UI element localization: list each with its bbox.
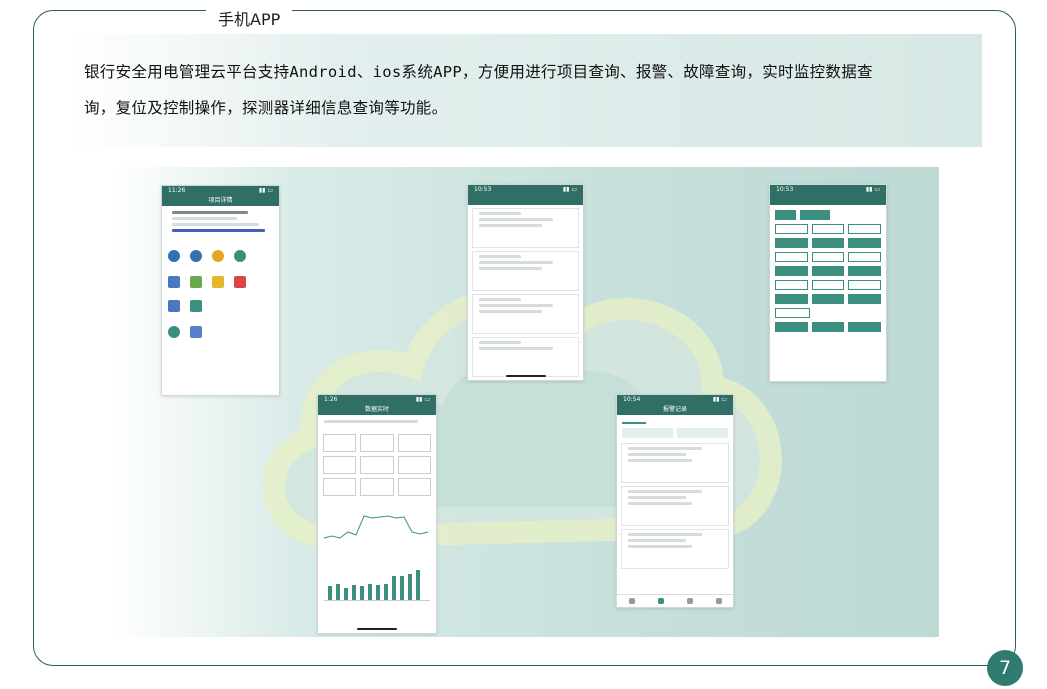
description-line-1: 银行安全用电管理云平台支持Android、ios系统APP，方便用进行项目查询、…	[84, 63, 873, 81]
filter-buttons[interactable]	[617, 426, 733, 440]
home-indicator	[505, 375, 546, 377]
value-grid	[770, 250, 886, 264]
screen-title: 项目详情	[162, 196, 279, 206]
tab-bar[interactable]	[617, 415, 733, 426]
value-grid	[770, 306, 886, 320]
value-grid	[770, 278, 886, 292]
screen-title: 报警记录	[617, 405, 733, 415]
project-detail-screen: 11:26 ▮▮ ▭ 项目详情	[161, 185, 280, 396]
value-grid	[770, 264, 886, 278]
home-indicator	[357, 628, 397, 630]
detector-card[interactable]	[472, 208, 579, 248]
alarm-record[interactable]	[621, 443, 729, 483]
function-icons-row-3	[162, 297, 279, 315]
screen-header	[468, 195, 583, 205]
status-bar: 11:26 ▮▮ ▭	[162, 186, 279, 196]
status-bar: 10:54 ▮▮ ▭	[617, 395, 733, 405]
screen-title: 数据实时	[318, 405, 436, 415]
alarm-records-screen: 10:54 ▮▮ ▭ 报警记录	[616, 394, 734, 608]
value-grid	[770, 292, 886, 306]
description-line-2: 询，复位及控制操作，探测器详细信息查询等功能。	[84, 99, 448, 117]
function-icons-row-2	[162, 273, 279, 291]
description-panel: 银行安全用电管理云平台支持Android、ios系统APP，方便用进行项目查询、…	[68, 34, 982, 147]
function-icons-row-4	[162, 323, 279, 341]
status-bar: 1:26 ▮▮ ▭	[318, 395, 436, 405]
project-info	[162, 206, 279, 237]
section-title: 手机APP	[206, 8, 293, 32]
realtime-monitor-screen: 1:26 ▮▮ ▭ 数据实时	[317, 394, 437, 634]
detector-card[interactable]	[472, 294, 579, 334]
control-buttons	[770, 205, 886, 222]
alarm-record[interactable]	[621, 529, 729, 569]
detector-card[interactable]	[472, 251, 579, 291]
value-grid	[770, 222, 886, 236]
trend-line-chart	[323, 515, 429, 539]
bottom-tab-bar[interactable]	[617, 594, 733, 607]
value-grid	[770, 236, 886, 250]
metric-tiles	[318, 454, 436, 476]
status-bar: 10:53 ▮▮ ▭	[770, 185, 886, 195]
metric-tiles	[318, 426, 436, 454]
function-icons-row-1	[162, 247, 279, 265]
value-grid	[770, 320, 886, 334]
page-number: 7	[987, 650, 1023, 686]
app-showcase: 11:26 ▮▮ ▭ 项目详情 10:53 ▮▮ ▭ 10:53 ▮▮ ▭ 1:…	[113, 167, 939, 637]
detector-list-screen: 10:53 ▮▮ ▭	[467, 184, 584, 381]
detector-card[interactable]	[472, 337, 579, 377]
bar-chart	[324, 556, 430, 601]
screen-header	[770, 195, 886, 205]
detector-detail-screen: 10:53 ▮▮ ▭	[769, 184, 887, 382]
alarm-record[interactable]	[621, 486, 729, 526]
metric-tiles	[318, 476, 436, 498]
status-bar: 10:53 ▮▮ ▭	[468, 185, 583, 195]
